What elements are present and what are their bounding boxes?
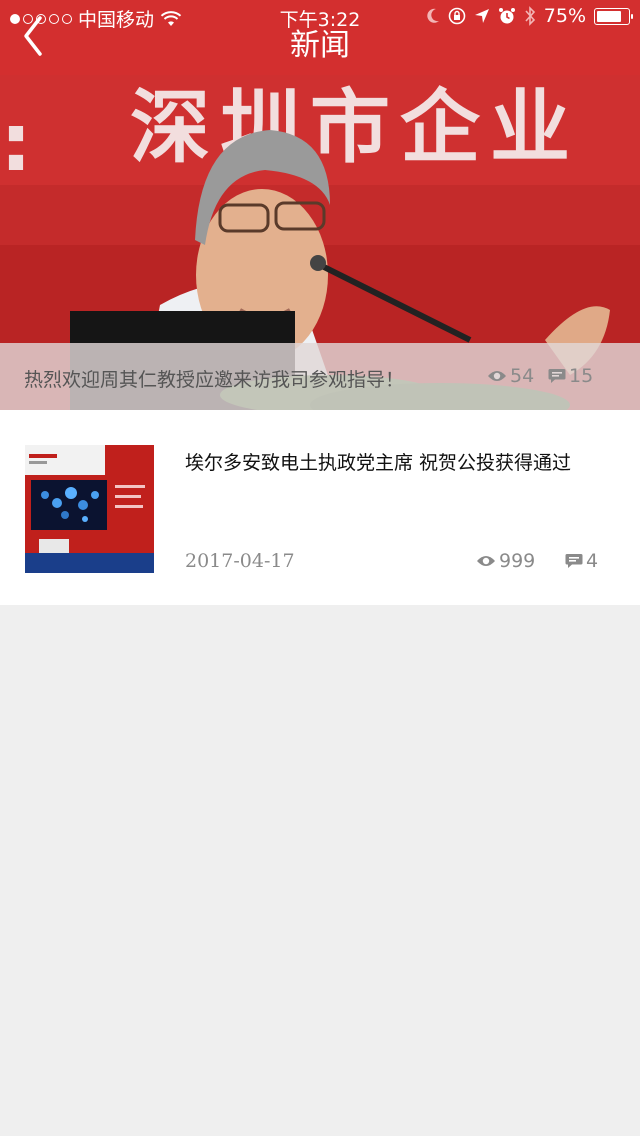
news-date: 2017-04-17: [185, 550, 295, 572]
news-comments-count: 4: [586, 550, 599, 572]
news-list: 埃尔多安致电土执政党主席 祝贺公投获得通过 2017-04-17 999 4: [0, 410, 640, 605]
news-title: 埃尔多安致电土执政党主席 祝贺公投获得通过: [185, 452, 572, 474]
nav-header: 中国移动 下午3:22 75% 新闻: [0, 0, 640, 75]
featured-views-count: 54: [510, 365, 535, 387]
banner-backdrop-text: 深圳市企业: [130, 81, 580, 174]
featured-news-title: 热烈欢迎周其仁教授应邀来访我司参观指导！: [24, 369, 405, 391]
svg-text::: :: [0, 96, 32, 189]
featured-comments: 15: [548, 365, 593, 387]
featured-news-caption: 热烈欢迎周其仁教授应邀来访我司参观指导！ 54 15: [0, 343, 640, 410]
list-item[interactable]: 埃尔多安致电土执政党主席 祝贺公投获得通过 2017-04-17 999 4: [0, 410, 640, 605]
comment-icon: [548, 369, 566, 383]
eye-icon: [477, 556, 495, 566]
news-comments: 4: [565, 550, 598, 572]
featured-news-banner[interactable]: 深圳市企业 : 热烈欢迎周其仁教授应邀来访我司参观指导！ 54 15: [0, 75, 640, 410]
featured-comments-count: 15: [569, 365, 594, 387]
news-views: 999: [476, 550, 535, 572]
featured-views: 54: [487, 365, 534, 387]
page-title: 新闻: [290, 28, 350, 63]
comment-icon: [565, 554, 583, 568]
news-views-count: 999: [499, 550, 536, 572]
eye-icon: [488, 371, 506, 381]
news-thumbnail: [25, 445, 154, 573]
